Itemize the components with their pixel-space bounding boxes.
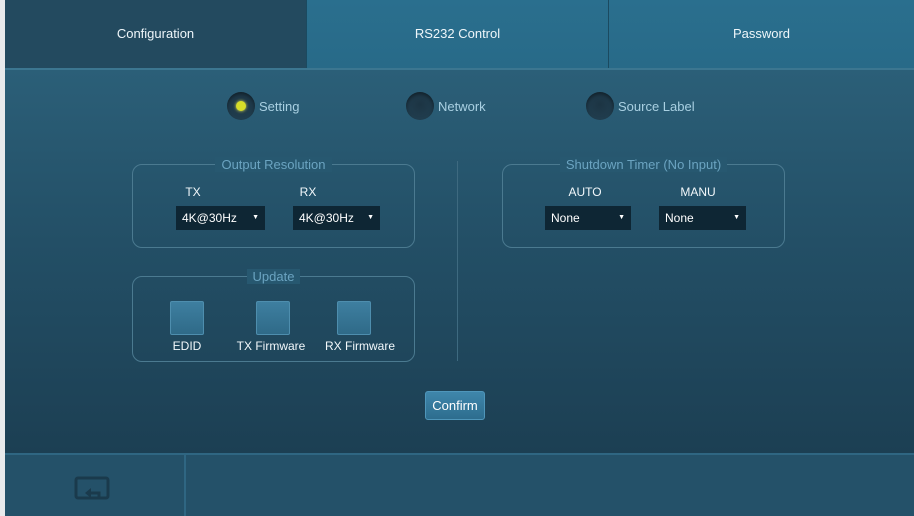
update-group: Update EDID TX Firmware RX Firmware — [132, 269, 415, 362]
tab-password[interactable]: Password — [609, 0, 914, 68]
tx-firmware-label: TX Firmware — [236, 339, 306, 353]
tx-resolution-select[interactable]: 4K@30Hz ▼ — [176, 206, 265, 230]
footer-bar — [5, 453, 914, 516]
dropdown-arrow-icon: ▼ — [733, 214, 740, 221]
dropdown-arrow-icon: ▼ — [618, 214, 625, 221]
return-icon — [74, 476, 110, 500]
radio-unselected-icon — [406, 92, 434, 120]
radio-setting-label: Setting — [259, 98, 300, 114]
radio-network[interactable]: Network — [406, 92, 486, 120]
rx-label: RX — [299, 185, 317, 199]
shutdown-timer-group: Shutdown Timer (No Input) AUTO MANU None… — [502, 157, 785, 248]
tx-resolution-value: 4K@30Hz — [182, 211, 237, 225]
update-title: Update — [246, 269, 301, 284]
radio-network-label: Network — [438, 98, 486, 114]
tx-label: TX — [185, 185, 201, 199]
auto-timer-select[interactable]: None ▼ — [545, 206, 631, 230]
dropdown-arrow-icon: ▼ — [252, 214, 259, 221]
rx-resolution-select[interactable]: 4K@30Hz ▼ — [293, 206, 380, 230]
rx-firmware-label: RX Firmware — [325, 339, 396, 353]
radio-unselected-icon — [586, 92, 614, 120]
edid-update-button[interactable] — [170, 301, 204, 335]
rx-firmware-update-button[interactable] — [337, 301, 371, 335]
confirm-button[interactable]: Confirm — [425, 391, 485, 420]
main-panel: Setting Network Source Label Output Reso… — [5, 70, 914, 453]
back-button[interactable] — [5, 455, 186, 516]
radio-selected-icon — [227, 92, 255, 120]
dropdown-arrow-icon: ▼ — [367, 214, 374, 221]
app-frame: Configuration RS232 Control Password Set… — [5, 0, 914, 516]
tx-firmware-update-button[interactable] — [256, 301, 290, 335]
tab-rs232-control[interactable]: RS232 Control — [307, 0, 609, 68]
edid-label: EDID — [172, 339, 202, 353]
auto-timer-value: None — [551, 211, 580, 225]
output-resolution-title: Output Resolution — [215, 157, 332, 172]
radio-source-label-label: Source Label — [618, 98, 695, 114]
auto-label: AUTO — [568, 185, 602, 199]
tab-configuration[interactable]: Configuration — [5, 0, 307, 68]
manu-label: MANU — [680, 185, 716, 199]
tab-bar: Configuration RS232 Control Password — [5, 0, 914, 70]
rx-resolution-value: 4K@30Hz — [299, 211, 354, 225]
manu-timer-value: None — [665, 211, 694, 225]
radio-setting[interactable]: Setting — [227, 92, 299, 120]
shutdown-timer-title: Shutdown Timer (No Input) — [559, 157, 728, 172]
section-divider — [457, 161, 458, 361]
radio-source-label[interactable]: Source Label — [586, 92, 695, 120]
manu-timer-select[interactable]: None ▼ — [659, 206, 746, 230]
output-resolution-group: Output Resolution TX RX 4K@30Hz ▼ 4K@30Hz… — [132, 157, 415, 248]
